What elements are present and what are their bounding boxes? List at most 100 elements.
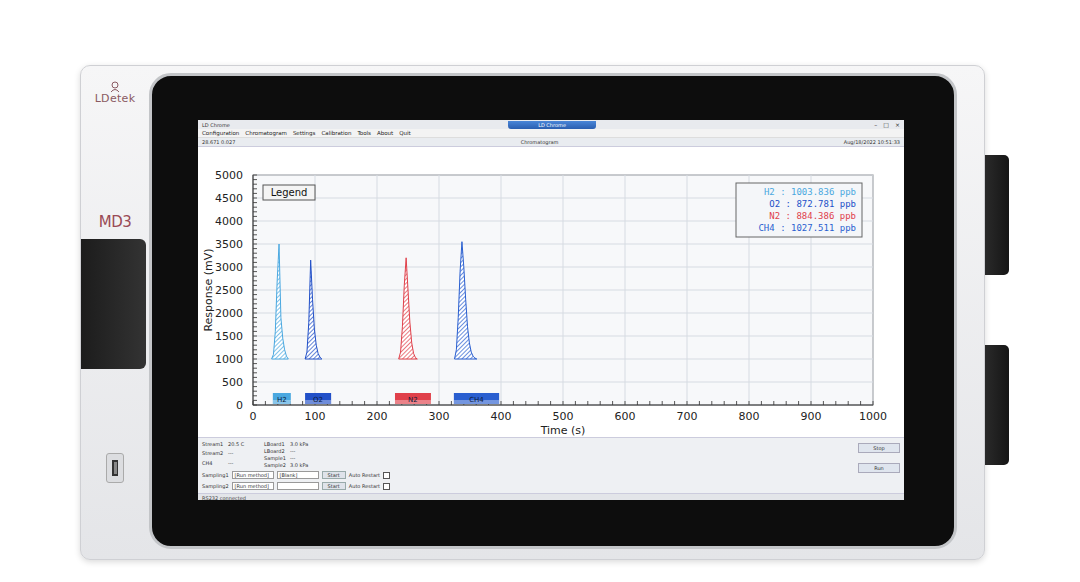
svg-text:500: 500 [553, 410, 574, 423]
menu-item[interactable]: Chromatogram [245, 130, 287, 136]
status-value: 20.5 C [228, 441, 250, 449]
brand-name: LDetek [95, 93, 136, 105]
peak [455, 242, 477, 359]
peak-label[interactable]: H2 [273, 393, 291, 404]
y-tick: 3500 [215, 238, 873, 251]
svg-text:200: 200 [367, 410, 388, 423]
sampling-row: Sampling2[Run method]StartAuto Restart [202, 482, 848, 490]
status-bar: RS232 connected [198, 493, 904, 500]
logo-figure-icon [109, 81, 121, 93]
peak [399, 258, 418, 359]
usb-slot-icon [111, 459, 119, 477]
svg-text:1000: 1000 [859, 410, 887, 423]
info-text: 28.671 0.027 [202, 139, 235, 145]
svg-text:5000: 5000 [215, 169, 243, 182]
window-controls: –□ × [874, 121, 900, 128]
page: LDetekMD3LD ChromeLD Chrome–□×Configurat… [0, 0, 1080, 582]
svg-text:800: 800 [739, 410, 760, 423]
screen: LD Chrome LD Chrome –□ × Configuration Chroma… [198, 120, 904, 500]
x-tick: 600 [615, 175, 636, 423]
sensor-table: LBoard13.0 kPaLBoard2---Sample1---Sample… [264, 441, 312, 468]
y-tick: 5000 [215, 169, 873, 182]
menu-item[interactable]: Settings [293, 130, 316, 136]
auto-restart-label: Auto Restart [349, 472, 380, 478]
menu-item[interactable]: About [377, 130, 393, 136]
sensor-name: LBoard1 [264, 441, 290, 447]
x-tick: 300 [429, 175, 450, 423]
svg-text:N2: N2 [408, 396, 418, 404]
sampling-label: Sampling1 [202, 472, 229, 478]
status-name: CH4 [202, 460, 228, 468]
peak-label[interactable]: O2 [305, 393, 331, 404]
y-axis-label: Response (mV) [202, 248, 215, 331]
stream-select[interactable]: [Blank] [277, 471, 319, 479]
window-control[interactable]: □ [883, 121, 889, 128]
usb-port [106, 453, 124, 483]
auto-restart-checkbox[interactable] [383, 472, 390, 479]
svg-text:4000: 4000 [215, 215, 243, 228]
device-left-column: LDetek MD3 [81, 73, 149, 549]
side-handle [985, 345, 1009, 465]
svg-text:900: 900 [801, 410, 822, 423]
chromatogram-chart: 0500100015002000250030003500400045005000… [198, 147, 904, 437]
svg-text:CH4: CH4 [469, 396, 484, 404]
menu-item[interactable]: Calibration [321, 130, 351, 136]
x-tick: 200 [367, 175, 388, 423]
readings-box: H2 : 1003.836 ppbO2 : 872.781 ppbN2 : 88… [736, 183, 862, 237]
peak [272, 244, 289, 359]
sensor-value: 3.0 kPa [290, 462, 312, 468]
svg-text:1000: 1000 [215, 353, 243, 366]
y-tick: 500 [222, 376, 873, 389]
title-tab: LD Chrome [508, 121, 596, 129]
svg-text:1500: 1500 [215, 330, 243, 343]
header-bar: 28.671 0.027ChromatogramAug/18/2022 10:5… [198, 138, 904, 147]
action-button[interactable]: Run [858, 463, 900, 473]
y-tick: 2500 [215, 284, 873, 297]
svg-text:500: 500 [222, 376, 243, 389]
svg-text:O2 : 872.781 ppb: O2 : 872.781 ppb [769, 199, 856, 209]
start-button[interactable]: Start [322, 471, 346, 479]
svg-text:CH4 : 1027.511 ppb: CH4 : 1027.511 ppb [758, 223, 856, 233]
side-handle [985, 155, 1009, 275]
svg-text:300: 300 [429, 410, 450, 423]
status-table: Stream120.5 CStream2---CH4--- [202, 441, 250, 468]
model-name: MD3 [99, 213, 132, 231]
peak-label[interactable]: CH4 [454, 393, 499, 404]
x-tick: 1000 [859, 175, 887, 423]
side-grip [81, 239, 146, 369]
auto-restart-checkbox[interactable] [383, 483, 390, 490]
peak [305, 260, 322, 359]
y-tick: 3000 [215, 261, 873, 274]
svg-text:700: 700 [677, 410, 698, 423]
x-tick: 500 [553, 175, 574, 423]
window-control[interactable]: × [895, 121, 900, 128]
start-button[interactable]: Start [322, 482, 346, 490]
info-row: Stream120.5 CStream2---CH4---LBoard13.0 … [202, 441, 848, 468]
sensor-name: Sample1 [264, 455, 290, 461]
x-axis-label: Time (s) [540, 424, 586, 437]
menu-item[interactable]: Quit [399, 130, 411, 136]
auto-restart-label: Auto Restart [349, 483, 380, 489]
window-control[interactable]: – [874, 121, 877, 128]
svg-text:3500: 3500 [215, 238, 243, 251]
sensor-value: 3.0 kPa [290, 441, 312, 447]
svg-text:O2: O2 [313, 396, 323, 404]
svg-text:N2 : 884.386 ppb: N2 : 884.386 ppb [769, 211, 856, 221]
menu-item[interactable]: Configuration [202, 130, 239, 136]
control-panel: Stream120.5 CStream2---CH4---LBoard13.0 … [198, 437, 904, 493]
svg-text:2500: 2500 [215, 284, 243, 297]
screen-bezel: LD Chrome LD Chrome –□ × Configuration Chroma… [149, 73, 957, 549]
method-select[interactable]: [Run method] [232, 471, 274, 479]
legend-button[interactable]: Legend [263, 185, 315, 200]
app-title: LD Chrome [202, 122, 230, 128]
chart-area: 0500100015002000250030003500400045005000… [198, 147, 904, 437]
method-select[interactable]: [Run method] [232, 482, 274, 490]
menu-bar: Configuration Chromatogram Settings Calibra… [198, 129, 904, 138]
peak-label[interactable]: N2 [395, 393, 431, 404]
menu-item[interactable]: Tools [357, 130, 371, 136]
stream-select[interactable] [277, 482, 319, 490]
action-button[interactable]: Stop [858, 443, 900, 453]
svg-text:Legend: Legend [271, 187, 308, 198]
svg-text:2000: 2000 [215, 307, 243, 320]
svg-text:600: 600 [615, 410, 636, 423]
